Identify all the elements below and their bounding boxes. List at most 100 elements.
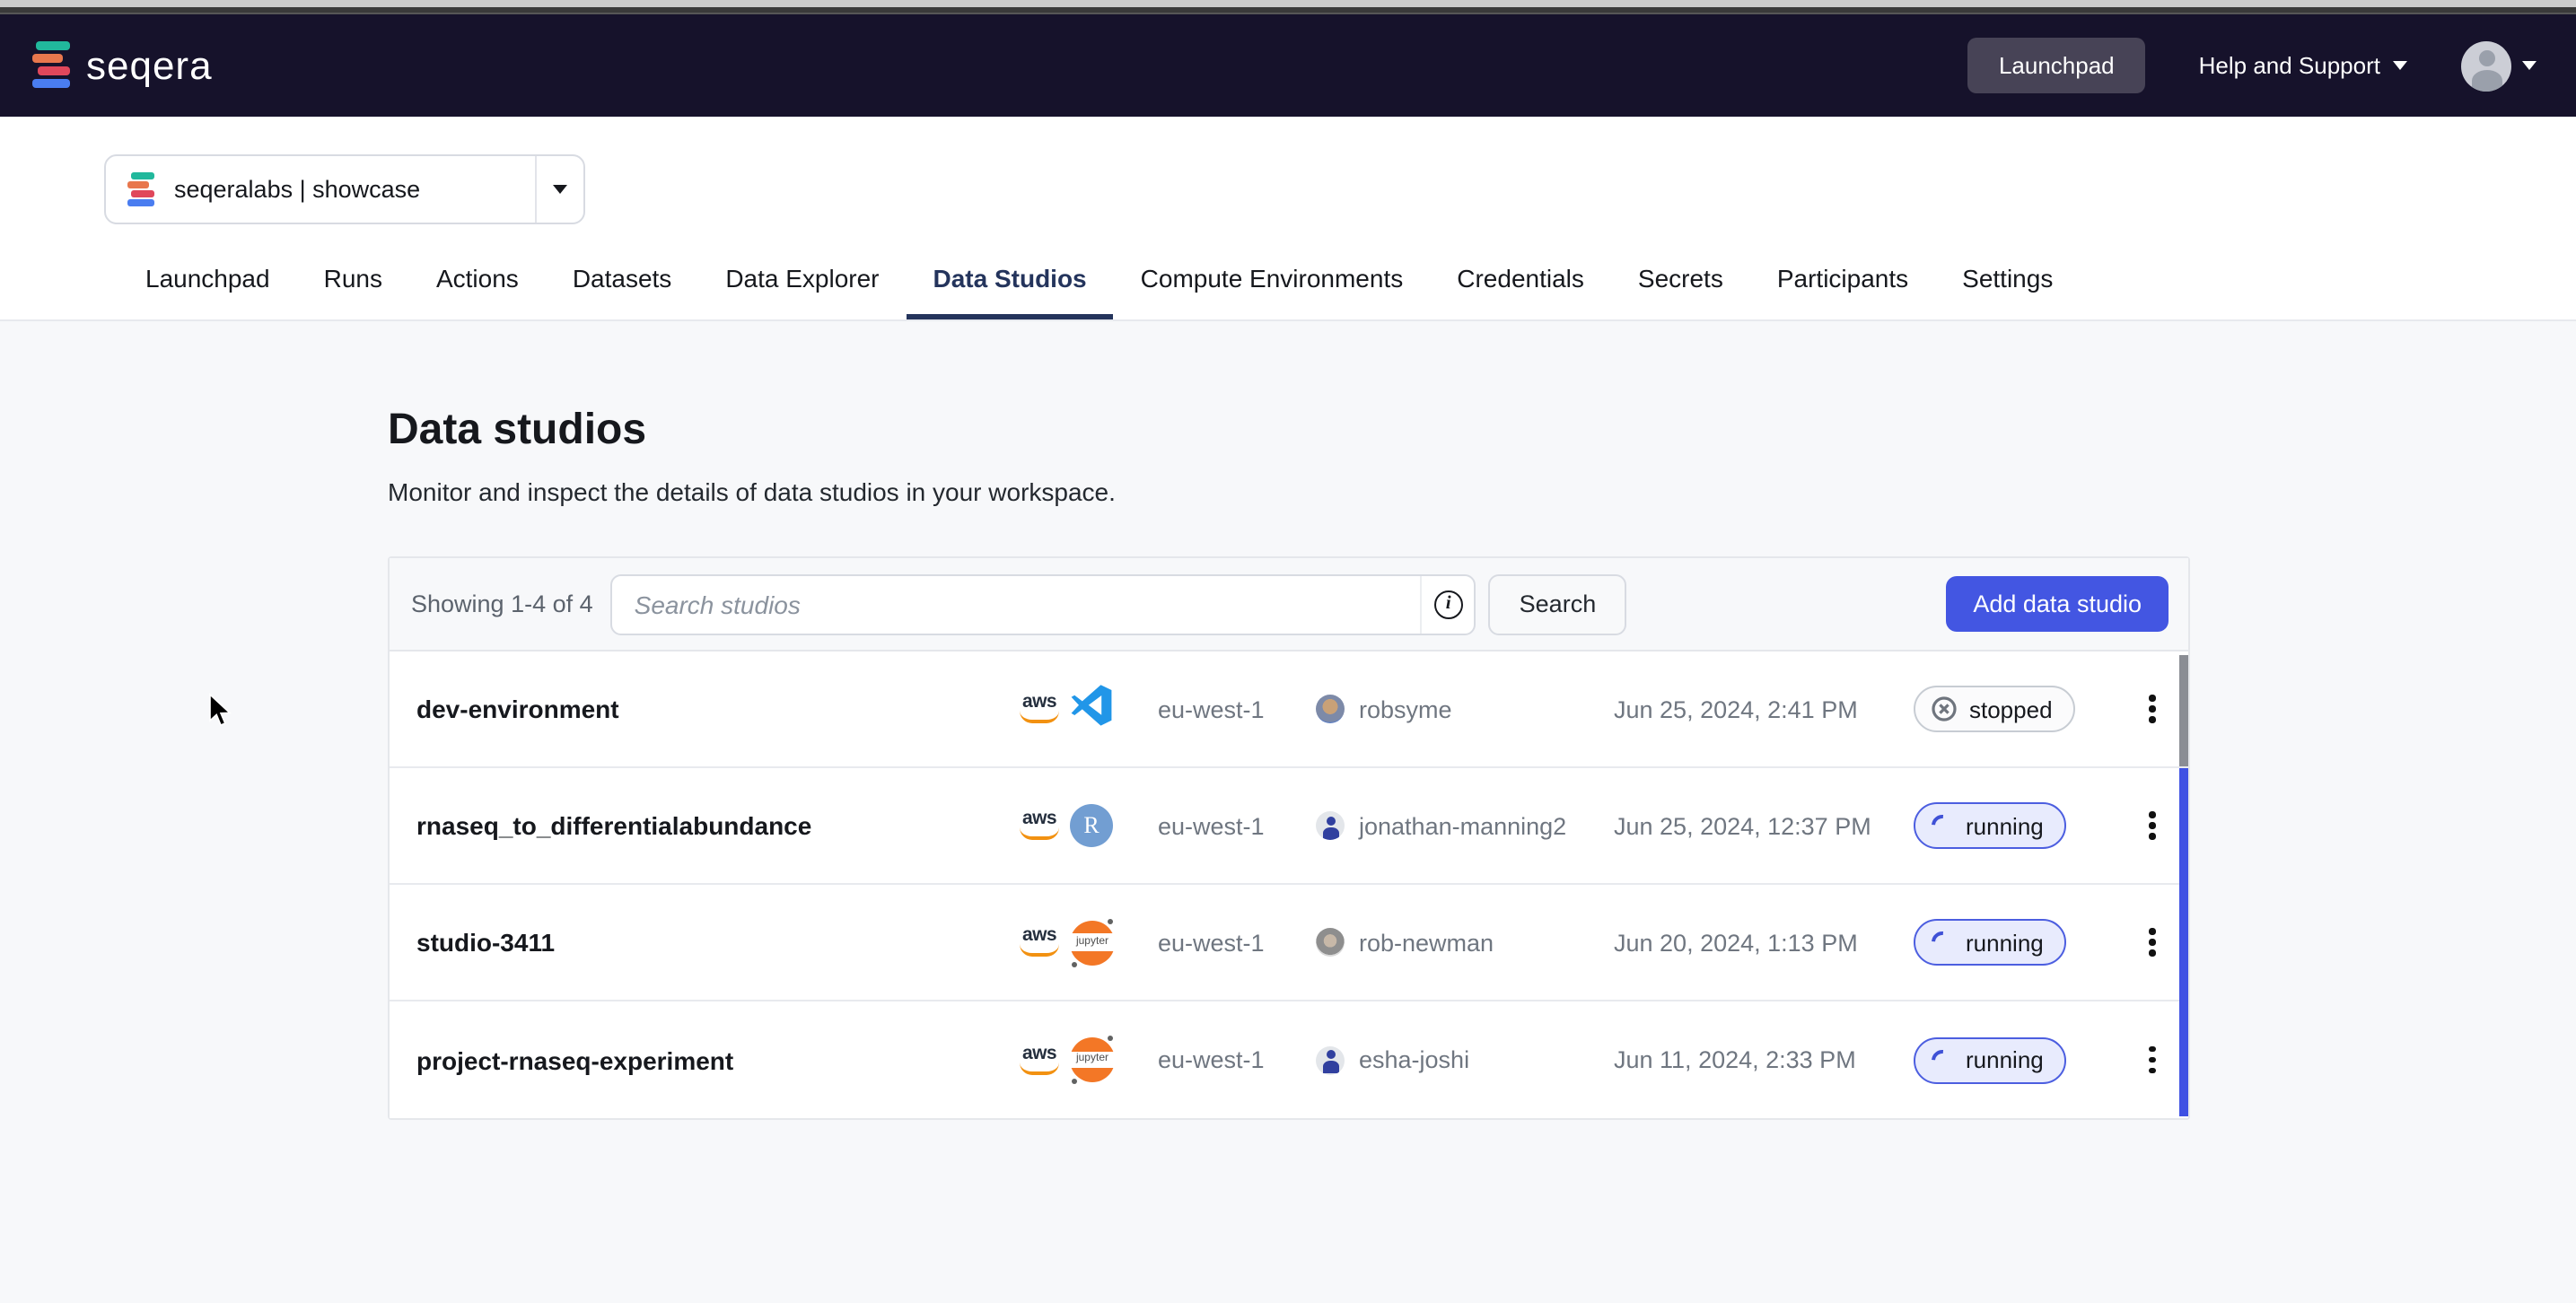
workspace-selector[interactable]: seqeralabs | showcase (104, 154, 585, 224)
studio-name[interactable]: studio-3411 (416, 928, 1016, 957)
table-rows: dev-environmentawseu-west-1robsymeJun 25… (390, 652, 2188, 1118)
user-photo-avatar (1316, 928, 1345, 957)
tab-data-studios[interactable]: Data Studios (907, 246, 1114, 319)
browser-chrome-strip-dark (0, 7, 2576, 14)
status-cell: running (1914, 802, 2116, 849)
seqera-mark-icon (127, 172, 156, 206)
tab-secrets[interactable]: Secrets (1611, 246, 1750, 319)
page-subtitle: Monitor and inspect the details of data … (388, 477, 2576, 506)
aws-icon: aws (1016, 695, 1063, 723)
created-date: Jun 11, 2024, 2:33 PM (1614, 1046, 1914, 1073)
workspace-dropdown-toggle[interactable] (535, 156, 583, 223)
table-row[interactable]: studio-3411awsjupytereu-west-1rob-newman… (390, 885, 2188, 1001)
rstudio-icon: R (1070, 804, 1113, 847)
row-actions-menu-button[interactable] (2142, 922, 2163, 964)
user-generic-avatar (1316, 1045, 1345, 1074)
data-studios-table: Showing 1-4 of 4 i Search Add data studi… (388, 556, 2190, 1120)
region-label: eu-west-1 (1158, 812, 1316, 839)
search-info-button[interactable]: i (1421, 575, 1475, 633)
chevron-down-icon (2393, 61, 2407, 70)
user-generic-avatar (1316, 811, 1345, 840)
user-menu[interactable] (2461, 40, 2537, 91)
row-actions-menu-button[interactable] (2142, 1039, 2163, 1081)
tab-settings[interactable]: Settings (1935, 246, 2080, 319)
row-actions-menu-button[interactable] (2142, 805, 2163, 847)
jupyter-icon: jupyter (1070, 920, 1115, 965)
stopped-x-circle-icon (1932, 696, 1957, 721)
status-badge-stopped: stopped (1914, 686, 2076, 732)
username-label: jonathan-manning2 (1359, 812, 1566, 839)
seqera-logo-icon (32, 41, 74, 90)
scrollbar-thumb[interactable] (2179, 655, 2188, 766)
aws-icon: aws (1016, 928, 1063, 957)
browser-chrome-strip (0, 0, 2576, 7)
user-avatar (2461, 40, 2511, 91)
username-label: rob-newman (1359, 929, 1494, 956)
tab-participants[interactable]: Participants (1750, 246, 1935, 319)
table-scrollbar[interactable] (2179, 653, 2188, 1118)
spinner-icon (1927, 810, 1958, 841)
region-label: eu-west-1 (1158, 929, 1316, 956)
table-row[interactable]: project-rnaseq-experimentawsjupytereu-we… (390, 1001, 2188, 1118)
spinner-icon (1927, 927, 1958, 958)
studio-name[interactable]: project-rnaseq-experiment (416, 1045, 1016, 1074)
created-by-user: esha-joshi (1316, 1045, 1614, 1074)
provider-tool-icons: awsR (1016, 804, 1158, 847)
provider-tool-icons: awsjupyter (1016, 920, 1158, 965)
chevron-down-icon (2522, 61, 2537, 70)
created-date: Jun 20, 2024, 1:13 PM (1614, 929, 1914, 956)
username-label: robsyme (1359, 695, 1452, 722)
help-and-support-label: Help and Support (2199, 52, 2380, 79)
showing-count: Showing 1-4 of 4 (411, 590, 593, 617)
created-date: Jun 25, 2024, 2:41 PM (1614, 695, 1914, 722)
status-badge-running: running (1914, 802, 2067, 849)
jupyter-icon: jupyter (1070, 1037, 1115, 1082)
status-cell: stopped (1914, 686, 2116, 732)
table-toolbar: Showing 1-4 of 4 i Search Add data studi… (390, 558, 2188, 652)
search-button[interactable]: Search (1489, 573, 1627, 634)
mouse-cursor (208, 693, 232, 727)
table-row[interactable]: rnaseq_to_differentialabundanceawsReu-we… (390, 768, 2188, 885)
table-row[interactable]: dev-environmentaws eu-west-1 robsyme Jun 25… (390, 652, 2188, 768)
search-box: i (611, 573, 1476, 634)
aws-icon: aws (1016, 1045, 1063, 1074)
provider-tool-icons: awsjupyter (1016, 1037, 1158, 1082)
studio-name[interactable]: dev-environment (416, 695, 1016, 723)
launchpad-button[interactable]: Launchpad (1968, 38, 2145, 93)
workspace-tabs: LaunchpadRunsActionsDatasetsData Explore… (118, 246, 2080, 319)
info-icon: i (1434, 590, 1463, 618)
tab-launchpad[interactable]: Launchpad (118, 246, 297, 319)
username-label: esha-joshi (1359, 1046, 1469, 1073)
page-title: Data studios (388, 406, 2576, 456)
created-by-user: rob-newman (1316, 928, 1614, 957)
tab-runs[interactable]: Runs (297, 246, 409, 319)
workspace-header: seqeralabs | showcase LaunchpadRunsActio… (0, 117, 2576, 321)
region-label: eu-west-1 (1158, 1046, 1316, 1073)
seqera-logo[interactable]: seqera (32, 41, 213, 90)
search-input[interactable] (613, 575, 1421, 633)
created-date: Jun 25, 2024, 12:37 PM (1614, 812, 1914, 839)
tab-data-explorer[interactable]: Data Explorer (698, 246, 906, 319)
add-data-studio-button[interactable]: Add data studio (1946, 576, 2169, 632)
created-by-user: jonathan-manning2 (1316, 811, 1614, 840)
vscode-icon (1070, 683, 1113, 735)
region-label: eu-west-1 (1158, 695, 1316, 722)
scrollbar-track-highlight (2179, 768, 2188, 1116)
tab-credentials[interactable]: Credentials (1430, 246, 1611, 319)
studio-name[interactable]: rnaseq_to_differentialabundance (416, 811, 1016, 840)
help-and-support-menu[interactable]: Help and Support (2199, 52, 2407, 79)
status-cell: running (1914, 1036, 2116, 1083)
aws-icon: aws (1016, 811, 1063, 840)
main-content: Data studios Monitor and inspect the det… (0, 321, 2576, 1303)
row-actions-menu-button[interactable] (2142, 688, 2163, 730)
status-badge-running: running (1914, 919, 2067, 966)
tab-datasets[interactable]: Datasets (546, 246, 699, 319)
app-screen: seqera Launchpad Help and Support (0, 0, 2576, 1303)
user-photo-avatar (1316, 695, 1345, 723)
chevron-down-icon (553, 185, 567, 194)
top-navbar: seqera Launchpad Help and Support (0, 14, 2576, 117)
provider-tool-icons: aws (1016, 683, 1158, 735)
seqera-logo-text: seqera (86, 42, 213, 89)
tab-actions[interactable]: Actions (409, 246, 546, 319)
tab-compute-environments[interactable]: Compute Environments (1114, 246, 1431, 319)
